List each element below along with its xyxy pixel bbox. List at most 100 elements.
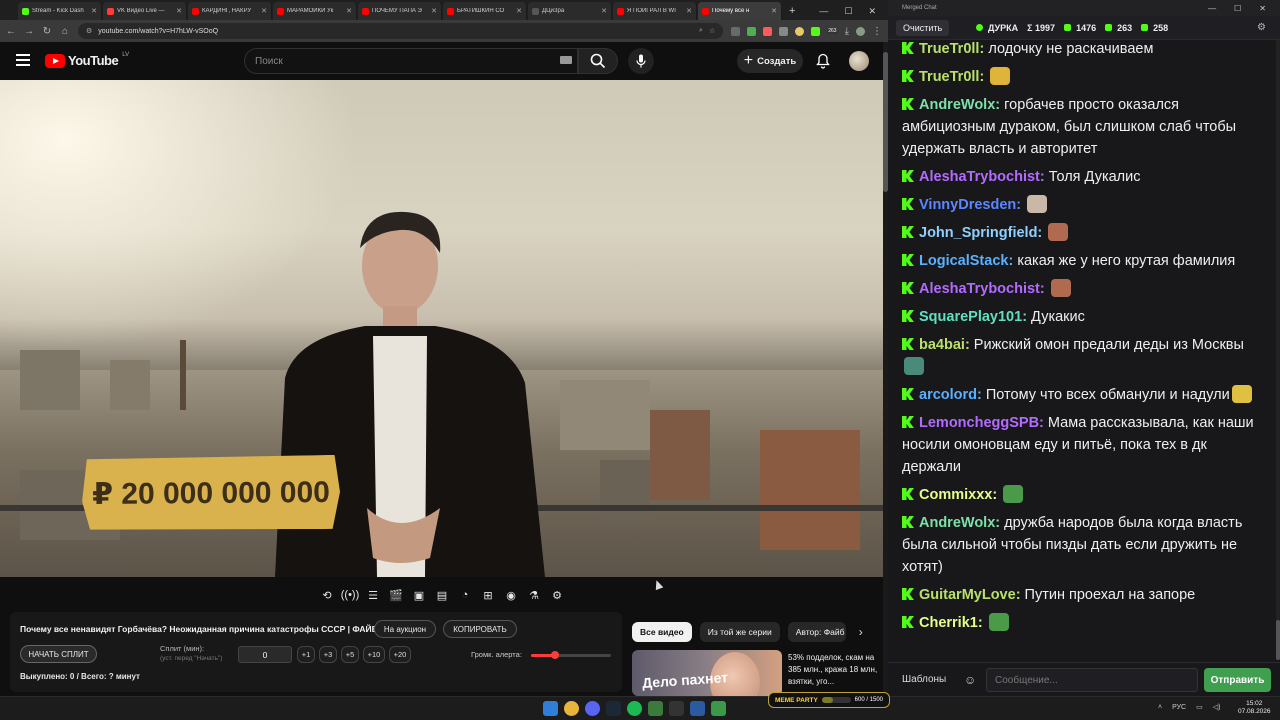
browser-tab[interactable]: МАРАМОЙКИ Ук ✕ xyxy=(273,2,357,20)
app-icon[interactable] xyxy=(711,701,726,716)
extension-icon[interactable] xyxy=(763,26,773,36)
tab-close-icon[interactable]: ✕ xyxy=(601,7,607,15)
close-icon[interactable]: ✕ xyxy=(1259,4,1266,13)
browser-tab[interactable]: ДЦиЗра ✕ xyxy=(528,2,612,20)
app-icon[interactable] xyxy=(648,701,663,716)
browser-tab[interactable]: Stream - Kick Dash ✕ xyxy=(18,2,102,20)
speed-icon[interactable]: ◔ xyxy=(456,587,474,603)
minimize-icon[interactable]: — xyxy=(1208,4,1216,13)
clock[interactable]: 15:02 07.08.2026 xyxy=(1238,700,1271,716)
bookmark-star-icon[interactable]: ☆ xyxy=(709,27,715,35)
film-icon[interactable]: ▤ xyxy=(433,587,451,603)
slider-knob[interactable] xyxy=(551,651,559,659)
browser-tab[interactable]: КАРДИНГ, НАКРУ ✕ xyxy=(188,2,272,20)
extension-icon[interactable] xyxy=(747,26,757,36)
chevron-right-icon[interactable]: › xyxy=(854,625,868,639)
create-button[interactable]: + Создать xyxy=(737,49,803,73)
new-tab-button[interactable]: + xyxy=(789,2,795,20)
app-icon[interactable] xyxy=(669,701,684,716)
chat-username[interactable]: arcolord xyxy=(919,387,977,403)
clapper-icon[interactable]: 🎬 xyxy=(387,587,405,603)
filter-chip[interactable]: Автор: Файб xyxy=(787,622,846,642)
chat-username[interactable]: AleshaTrybochist xyxy=(919,169,1040,185)
tab-close-icon[interactable]: ✕ xyxy=(431,7,437,15)
camera-icon[interactable]: ◉ xyxy=(502,587,520,603)
zoom-icon[interactable]: ⌕ xyxy=(699,27,703,35)
broadcast-icon[interactable]: ((•)) xyxy=(341,587,360,603)
video-thumbnail[interactable]: Дело пахнет xyxy=(632,650,782,696)
chat-username[interactable]: TrueTr0ll xyxy=(919,41,979,57)
start-icon[interactable] xyxy=(543,701,558,716)
volume-icon[interactable]: ◁) xyxy=(1213,703,1221,711)
chat-username[interactable]: VinnyDresden xyxy=(919,197,1016,213)
menu-hamburger-icon[interactable] xyxy=(16,54,30,66)
close-icon[interactable]: ✕ xyxy=(868,6,876,17)
recommended-title[interactable]: 53% подделок, скам на 385 млн., кража 18… xyxy=(788,652,880,688)
browser-tab[interactable]: БРАТИШКИН СО ✕ xyxy=(443,2,527,20)
chat-settings-icon[interactable]: ⚙ xyxy=(1257,22,1266,33)
chat-username[interactable]: AleshaTrybochist xyxy=(919,281,1040,297)
settings-gear-icon[interactable]: ⚙ xyxy=(548,587,566,603)
address-bar[interactable]: ⚙ youtube.com/watch?v=H7hLW-vSOoQ ⌕ ☆ xyxy=(78,23,724,39)
chat-username[interactable]: ba4bai xyxy=(919,337,965,353)
language-indicator[interactable]: РУС xyxy=(1172,704,1186,711)
filter-chip[interactable]: Из той же серии xyxy=(699,622,780,642)
video-player[interactable]: ₽ 20 000 000 000 xyxy=(0,80,883,577)
download-icon[interactable]: ⤓ xyxy=(845,26,849,37)
profile-icon[interactable] xyxy=(856,26,865,36)
increment-button[interactable]: +1 xyxy=(297,646,315,663)
tray-chevron-icon[interactable]: ˄ xyxy=(1158,704,1162,711)
menu-icon[interactable]: ⋮ xyxy=(872,26,882,37)
tab-close-icon[interactable]: ✕ xyxy=(771,7,777,15)
browser-tab[interactable]: Я ПОИГРАЛ В WI ✕ xyxy=(613,2,697,20)
emoji-icon[interactable]: ☺ xyxy=(964,673,976,687)
browser-tab[interactable]: ПОЧЕМУ ПАПА Э ✕ xyxy=(358,2,442,20)
search-button[interactable] xyxy=(578,48,618,74)
flask-icon[interactable]: ⚗ xyxy=(525,587,543,603)
split-minutes-input[interactable]: 0 xyxy=(238,646,292,663)
chat-username[interactable]: TrueTr0ll xyxy=(919,69,979,85)
chat-username[interactable]: SquarePlay101 xyxy=(919,309,1022,325)
increment-button[interactable]: +10 xyxy=(363,646,385,663)
increment-button[interactable]: +5 xyxy=(341,646,359,663)
extension-icon[interactable] xyxy=(795,26,805,36)
tab-close-icon[interactable]: ✕ xyxy=(516,7,522,15)
tab-close-icon[interactable]: ✕ xyxy=(261,7,267,15)
chrome-icon[interactable] xyxy=(564,701,579,716)
maximize-icon[interactable]: ☐ xyxy=(844,6,852,17)
tab-close-icon[interactable]: ✕ xyxy=(176,7,182,15)
chat-username[interactable]: John_Springfield xyxy=(919,225,1037,241)
tab-close-icon[interactable]: ✕ xyxy=(346,7,352,15)
auction-button[interactable]: На аукцион xyxy=(374,620,436,638)
minimize-icon[interactable]: — xyxy=(819,6,828,16)
home-icon[interactable]: ⌂ xyxy=(60,26,70,37)
templates-button[interactable]: Шаблоны xyxy=(902,674,946,685)
site-info-icon[interactable]: ⚙ xyxy=(86,27,92,35)
extension-icon[interactable] xyxy=(731,26,741,36)
app-icon[interactable] xyxy=(690,701,705,716)
voice-search-button[interactable] xyxy=(628,48,654,74)
increment-button[interactable]: +20 xyxy=(389,646,411,663)
filter-chip[interactable]: Все видео xyxy=(632,622,692,642)
chat-username[interactable]: LogicalStack xyxy=(919,253,1008,269)
frame-icon[interactable]: ▣ xyxy=(410,587,428,603)
recommended-video[interactable]: Дело пахнет 53% подделок, скам на 385 мл… xyxy=(632,650,882,696)
notifications-bell-icon[interactable] xyxy=(816,53,830,69)
chat-username[interactable]: AndreWolx xyxy=(919,97,995,113)
spotify-icon[interactable] xyxy=(627,701,642,716)
alert-volume-slider[interactable] xyxy=(531,651,611,659)
loop-icon[interactable]: ⟲ xyxy=(318,587,336,603)
browser-tab[interactable]: Почему все н ✕ xyxy=(698,2,782,20)
chat-username[interactable]: AndreWolx xyxy=(919,515,995,531)
avatar[interactable] xyxy=(849,51,869,71)
copy-button[interactable]: КОПИРОВАТЬ xyxy=(443,620,517,638)
chat-username[interactable]: GuitarMyLove xyxy=(919,587,1016,603)
keyboard-icon[interactable] xyxy=(560,56,572,64)
browser-tab[interactable]: VK Видео Live — ✕ xyxy=(103,2,187,20)
youtube-logo[interactable]: YouTube LV xyxy=(45,52,129,68)
chat-username[interactable]: Commixxx xyxy=(919,487,992,503)
extension-icon[interactable] xyxy=(779,26,789,36)
maximize-icon[interactable]: ☐ xyxy=(1234,4,1241,13)
extension-icon[interactable] xyxy=(811,26,821,36)
tab-close-icon[interactable]: ✕ xyxy=(91,7,97,15)
